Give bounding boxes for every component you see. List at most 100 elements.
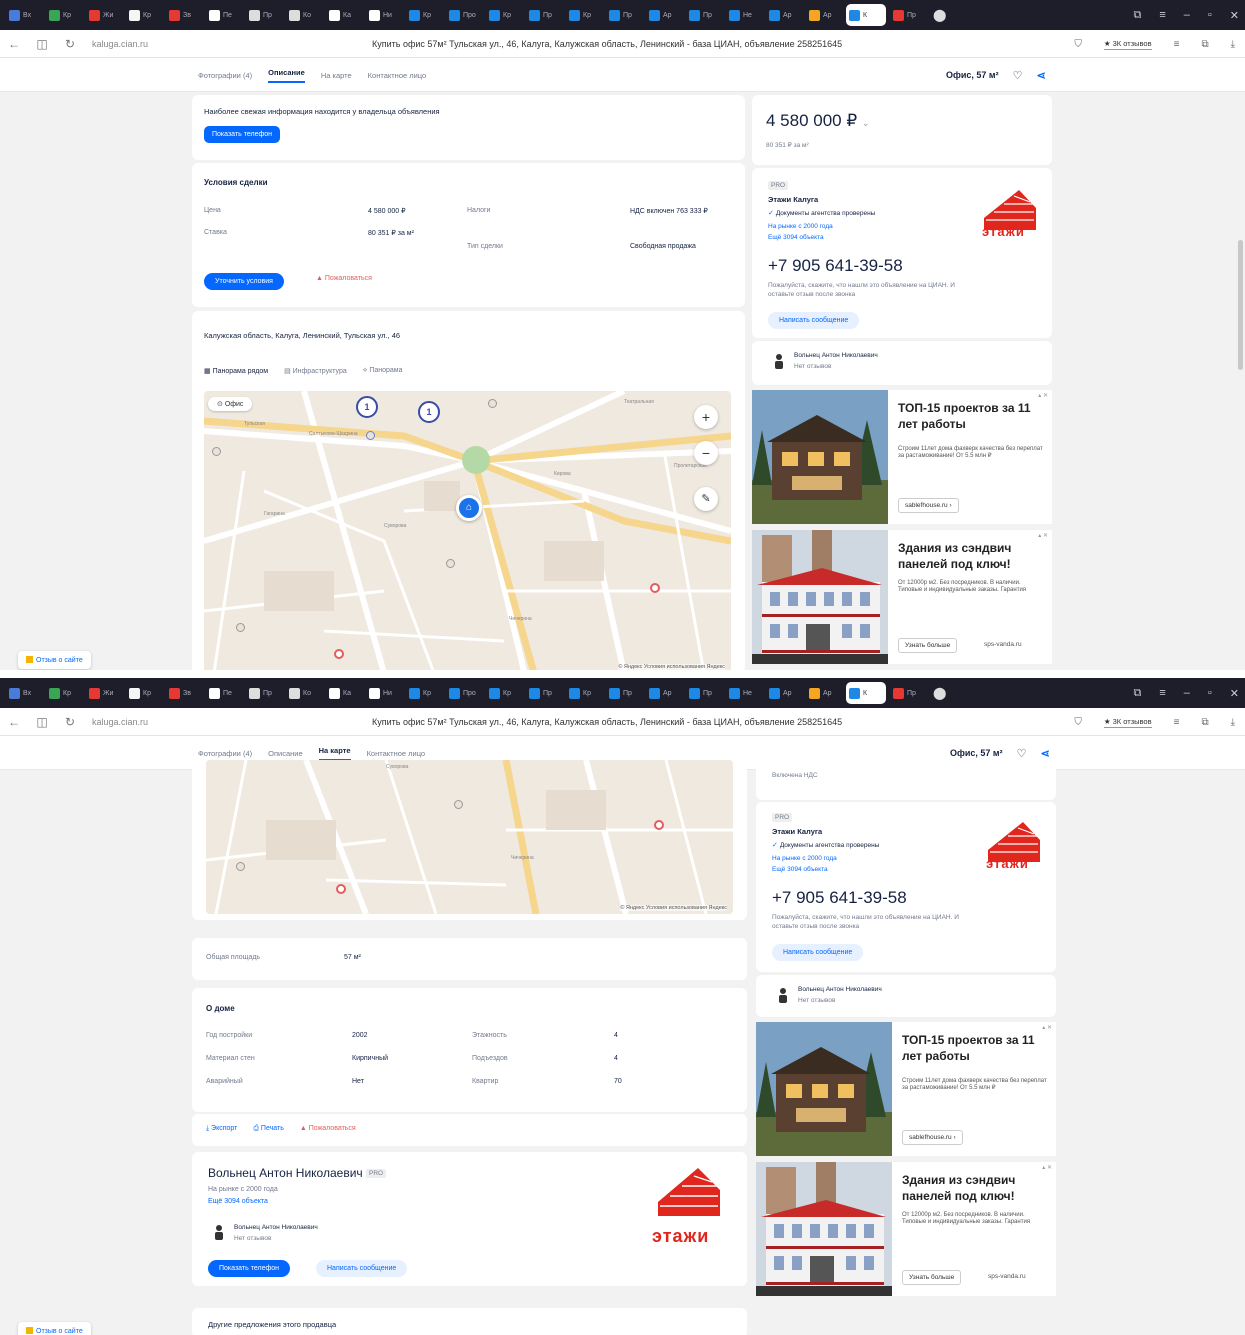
zoom-out-button[interactable]: − [694, 441, 718, 465]
share-icon[interactable]: ⋖ [1040, 747, 1049, 760]
ad-banner-sandwich[interactable]: Здания из сэндвич панелей под ключ! От 1… [756, 1162, 1056, 1296]
back-icon[interactable]: ← [0, 715, 28, 729]
section-link[interactable]: На карте [318, 746, 351, 761]
browser-tab[interactable]: Кр [486, 682, 522, 704]
browser-tab[interactable]: Кр [46, 4, 82, 26]
browser-tab[interactable]: Пр [246, 4, 282, 26]
feedback-button[interactable]: Отзыв о сайте [18, 651, 91, 669]
browser-tab[interactable]: Про [446, 682, 482, 704]
export-link[interactable]: ⤓ Экспорт [206, 1125, 237, 1133]
agency-name[interactable]: Этажи Калуга [772, 827, 822, 836]
ad-domain[interactable]: sps-vanda.ru [988, 1273, 1026, 1280]
browser-tab[interactable]: Вх [6, 4, 42, 26]
seller-objects-link[interactable]: Ещё 3094 объекта [208, 1198, 268, 1205]
map-poi-icon[interactable] [236, 862, 245, 871]
browser-tab[interactable]: Вх [6, 682, 42, 704]
browser-tab[interactable]: Про [446, 4, 482, 26]
agent-name[interactable]: Вольнец Антон Николаевич [798, 986, 882, 993]
new-tab-button[interactable]: ⬤ [930, 682, 952, 704]
maximize-icon[interactable]: ▫ [1208, 687, 1212, 699]
ad-banner-houses[interactable]: ТОП-15 проектов за 11 лет работы Строим … [752, 390, 1052, 524]
seller-name[interactable]: Вольнец Антон Николаевич [208, 1166, 363, 1180]
ad-chip[interactable]: sablefhouse.ru › [902, 1130, 963, 1145]
browser-tab[interactable]: Зв [166, 4, 202, 26]
browser-tab[interactable]: Пр [686, 682, 722, 704]
section-link[interactable]: Контактное лицо [367, 749, 426, 758]
chevron-down-icon[interactable]: ⌄ [862, 118, 870, 128]
agent-name[interactable]: Вольнец Антон Николаевич [794, 352, 878, 359]
back-icon[interactable]: ← [0, 37, 28, 51]
browser-tab[interactable]: Пр [526, 682, 562, 704]
map-poi-icon[interactable] [454, 800, 463, 809]
section-link[interactable]: Фотографии (4) [198, 71, 252, 80]
extensions-icon[interactable]: ⧉ [1201, 717, 1208, 728]
scrollbar[interactable] [1238, 240, 1243, 370]
browser-tab[interactable]: Ко [286, 4, 322, 26]
feedback-button[interactable]: Отзыв о сайте [18, 1322, 91, 1335]
heart-icon[interactable]: ♡ [1013, 69, 1023, 82]
section-link[interactable]: Описание [268, 749, 303, 758]
browser-tab[interactable]: Кр [126, 682, 162, 704]
show-phone-button[interactable]: Показать телефон [208, 1260, 290, 1277]
ad-banner-houses[interactable]: ТОП-15 проектов за 11 лет работы Строим … [756, 1022, 1056, 1156]
close-icon[interactable]: ✕ [1230, 687, 1239, 700]
maximize-icon[interactable]: ▫ [1208, 9, 1212, 21]
browser-tab[interactable]: Пе [206, 682, 242, 704]
map-copyright[interactable]: © Яндекс Условия использования Яндекс [620, 905, 727, 911]
minimize-icon[interactable]: – [1184, 9, 1190, 21]
heart-icon[interactable]: ♡ [1017, 747, 1027, 760]
browser-tab[interactable]: Ар [646, 4, 682, 26]
close-icon[interactable]: ✕ [1230, 9, 1239, 22]
browser-tab[interactable]: Пр [246, 682, 282, 704]
browser-tab[interactable]: Пр [890, 682, 926, 704]
browser-tab[interactable]: Ар [766, 682, 802, 704]
active-tab[interactable]: К [846, 682, 886, 704]
browser-tab[interactable]: Кр [126, 4, 162, 26]
browser-tab[interactable]: Жи [86, 4, 122, 26]
ad-close-icon[interactable]: ▴ ✕ [1042, 1024, 1052, 1031]
map-tab-panorama[interactable]: ⟡ Панорама [363, 367, 403, 375]
download-icon[interactable]: ⤓ [1231, 717, 1235, 728]
map-poi-icon[interactable] [446, 559, 455, 568]
browser-tab[interactable]: Пр [526, 4, 562, 26]
active-tab[interactable]: К [846, 4, 886, 26]
ad-close-icon[interactable]: ▴ ✕ [1042, 1164, 1052, 1171]
section-link[interactable]: Фотографии (4) [198, 749, 252, 758]
new-tab-button[interactable]: ⬤ [930, 4, 952, 26]
section-link[interactable]: Описание [268, 68, 305, 83]
url-domain[interactable]: kaluga.cian.ru [92, 39, 176, 49]
map-poi-icon[interactable] [212, 447, 221, 456]
browser-tab[interactable]: Кр [46, 682, 82, 704]
map-cluster-pin[interactable]: 1 [418, 401, 440, 423]
agency-objects-link[interactable]: Ещё 3094 объекта [772, 866, 828, 873]
browser-tab[interactable]: Кр [486, 4, 522, 26]
shield-icon[interactable]: ⛉ [1074, 39, 1082, 50]
agency-name[interactable]: Этажи Калуга [768, 195, 818, 204]
ad-close-icon[interactable]: ▴ ✕ [1038, 532, 1048, 539]
refine-terms-button[interactable]: Уточнить условия [204, 273, 284, 290]
agent-name[interactable]: Вольнец Антон Николаевич [234, 1224, 318, 1231]
map-cluster-pin[interactable]: 1 [356, 396, 378, 418]
map-poi-icon[interactable] [366, 431, 375, 440]
browser-tab[interactable]: Кр [406, 4, 442, 26]
ad-chip[interactable]: Узнать больше [902, 1270, 962, 1285]
browser-tab[interactable]: Не [726, 4, 762, 26]
browser-tab[interactable]: Пр [606, 4, 642, 26]
pin-icon[interactable]: ≡ [1159, 9, 1165, 21]
copy-icon[interactable]: ⧉ [1133, 9, 1141, 22]
ad-chip[interactable]: Узнать больше [898, 638, 958, 653]
show-phone-button[interactable]: Показать телефон [204, 126, 280, 143]
map-poi-icon[interactable] [236, 623, 245, 632]
map[interactable]: ⊙ Офис 1 1 ⌂ Тульская Салтыкова-Щедрина … [204, 391, 731, 670]
reload-icon[interactable]: ↻ [56, 715, 84, 729]
browser-tab[interactable]: Ни [366, 682, 402, 704]
browser-tab[interactable]: Пе [206, 4, 242, 26]
browser-tab[interactable]: Пр [890, 4, 926, 26]
shield-icon[interactable]: ⛉ [1074, 717, 1082, 728]
map-copyright[interactable]: © Яндекс Условия использования Яндекс [618, 664, 725, 670]
browser-tab[interactable]: Ка [326, 4, 362, 26]
browser-tab[interactable]: Ар [766, 4, 802, 26]
ad-chip[interactable]: sablefhouse.ru › [898, 498, 959, 513]
browser-tab[interactable]: Пр [606, 682, 642, 704]
map-poi-red-icon[interactable] [334, 649, 344, 659]
